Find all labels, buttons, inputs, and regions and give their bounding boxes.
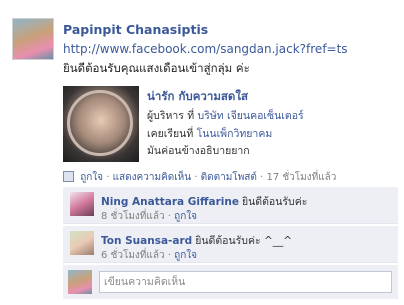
comment-timestamp[interactable]: 6 ชั่วโมงที่แล้ว — [101, 250, 165, 261]
shared-work-line: ผู้บริหาร ที่ บริษัท เจียนคอเซ็นเตอร์ — [147, 107, 304, 124]
comment-item: Ning Anattara Giffarine ยินดีต้อนรับค่ะ 8… — [63, 187, 398, 224]
post-author-name[interactable]: Papinpit Chanasiptis — [63, 22, 208, 37]
comment-text: ยินดีต้อนรับค่ะ ^__^ — [195, 235, 293, 247]
post-url-link[interactable]: http://www.facebook.com/sangdan.jack?fre… — [63, 42, 348, 56]
separator: · — [106, 172, 110, 183]
shared-profile-title[interactable]: น่ารัก กับความสดใส — [147, 88, 248, 106]
comment-meta: 6 ชั่วโมงที่แล้ว · ถูกใจ — [101, 248, 197, 263]
follow-post-link[interactable]: ติดตามโพสต์ — [201, 172, 257, 183]
post-message: ยินดีต้อนรับคุณแสงเดือนเข้าสู่กลุ่ม ค่ะ — [63, 61, 250, 75]
commenter-avatar[interactable] — [70, 192, 94, 216]
shared-profile-thumbnail[interactable] — [63, 86, 139, 162]
comment-input[interactable] — [99, 271, 392, 293]
comment-timestamp[interactable]: 8 ชั่วโมงที่แล้ว — [101, 211, 165, 222]
comment-like-link[interactable]: ถูกใจ — [174, 211, 197, 222]
comment-item: Ton Suansa-ard ยินดีต้อนรับค่ะ ^__^ 6 ชั่… — [63, 226, 398, 263]
my-avatar — [68, 270, 92, 294]
commenter-line: Ton Suansa-ard ยินดีต้อนรับค่ะ ^__^ — [101, 232, 292, 249]
comment-text: ยินดีต้อนรับค่ะ — [241, 196, 308, 208]
shared-description: มันค่อนข้างอธิบายยาก — [147, 145, 250, 157]
post-timestamp[interactable]: 17 ชั่วโมงที่แล้ว — [266, 172, 336, 183]
comment-like-link[interactable]: ถูกใจ — [174, 250, 197, 261]
author-avatar[interactable] — [12, 18, 54, 60]
thumbnail-ring — [67, 90, 133, 156]
work-company-link[interactable]: บริษัท เจียนคอเซ็นเตอร์ — [198, 110, 304, 122]
separator: · — [167, 211, 171, 222]
education-prefix: เคยเรียนที่ — [147, 128, 194, 140]
shared-education-line: เคยเรียนที่ โนนเพ็กวิทยาคม — [147, 125, 272, 142]
education-school-link[interactable]: โนนเพ็กวิทยาคม — [197, 128, 273, 140]
commenter-avatar[interactable] — [70, 231, 94, 255]
commenter-line: Ning Anattara Giffarine ยินดีต้อนรับค่ะ — [101, 193, 307, 210]
separator: · — [194, 172, 198, 183]
commenter-name[interactable]: Ton Suansa-ard — [101, 235, 192, 247]
share-icon — [63, 171, 74, 182]
comment-composer — [63, 265, 398, 299]
separator: · — [260, 172, 264, 183]
comment-meta: 8 ชั่วโมงที่แล้ว · ถูกใจ — [101, 209, 197, 224]
comment-link[interactable]: แสดงความคิดเห็น — [113, 172, 191, 183]
commenter-name[interactable]: Ning Anattara Giffarine — [101, 196, 239, 208]
comments-list: Ning Anattara Giffarine ยินดีต้อนรับค่ะ 8… — [63, 187, 398, 265]
like-link[interactable]: ถูกใจ — [80, 172, 103, 183]
post-actions: ถูกใจ · แสดงความคิดเห็น · ติดตามโพสต์ · … — [63, 170, 336, 185]
work-prefix: ผู้บริหาร ที่ — [147, 110, 195, 122]
separator: · — [167, 250, 171, 261]
